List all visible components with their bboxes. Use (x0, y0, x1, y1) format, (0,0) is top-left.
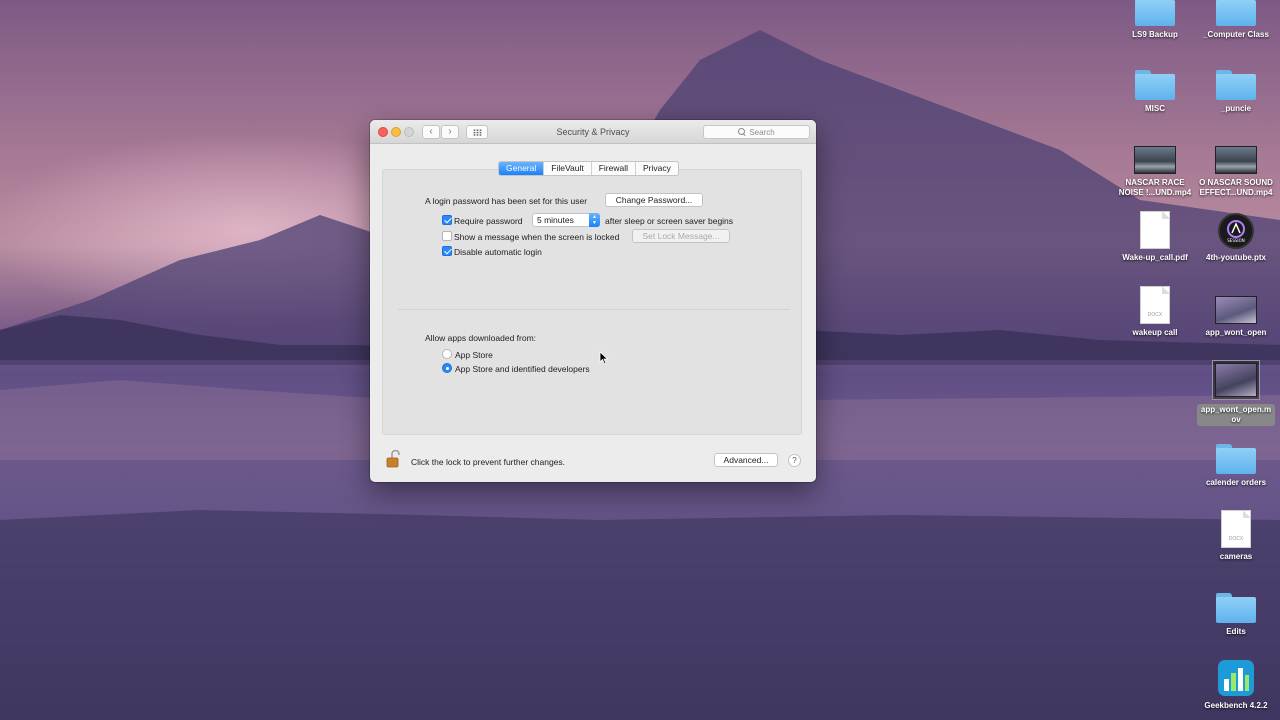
tab-general[interactable]: General (499, 162, 544, 175)
search-placeholder: Search (749, 127, 775, 137)
video-thumbnail-icon (1215, 146, 1257, 174)
desktop-item-misc[interactable]: MISC (1114, 56, 1196, 114)
desktop-item-nascar-race-noise[interactable]: NASCAR RACE NOISE !...UND.mp4 (1114, 130, 1196, 198)
image-thumbnail-icon (1215, 296, 1257, 324)
desktop-item-puncie[interactable]: _puncie (1195, 56, 1277, 114)
radio-app-store-identified-label: App Store and identified developers (455, 364, 590, 374)
change-password-button[interactable]: Change Password... (605, 193, 703, 207)
docx-document-icon: DOCX (1221, 510, 1251, 548)
desktop-item-wake-up-call-pdf[interactable]: Wake-up_call.pdf (1114, 205, 1196, 263)
help-button[interactable]: ? (788, 454, 801, 467)
search-icon (738, 128, 746, 136)
section-divider (398, 309, 790, 310)
tab-firewall[interactable]: Firewall (590, 162, 635, 175)
require-delay-value: 5 minutes (537, 215, 574, 225)
desktop-item-cameras[interactable]: DOCX cameras (1195, 504, 1277, 562)
geekbench-app-icon (1218, 660, 1254, 696)
desktop-item-edits[interactable]: Edits (1195, 579, 1277, 637)
popup-arrows-icon: ▲ ▼ (589, 213, 600, 227)
allow-apps-label: Allow apps downloaded from: (425, 333, 537, 343)
security-privacy-window: ‹ › Security & Privacy Search General Fi… (370, 120, 816, 482)
search-field[interactable]: Search (703, 125, 810, 139)
desktop-item-geekbench[interactable]: Geekbench 4.2.2 (1195, 653, 1277, 711)
folder-icon (1216, 444, 1256, 474)
desktop-item-nascar-sound-effect[interactable]: O NASCAR SOUND EFFECT...UND.mp4 (1195, 130, 1277, 198)
desktop-item-app-wont-open[interactable]: app_wont_open (1195, 280, 1277, 338)
pdf-document-icon (1140, 211, 1170, 249)
svg-text:SESSION: SESSION (1227, 238, 1244, 243)
after-sleep-text: after sleep or screen saver begins (605, 216, 734, 226)
desktop-item-4th-youtube-ptx[interactable]: SESSION 4th-youtube.ptx (1195, 205, 1277, 263)
lock-hint-text: Click the lock to prevent further change… (411, 457, 566, 467)
radio-app-store[interactable] (442, 349, 452, 359)
folder-icon (1135, 0, 1175, 26)
video-thumbnail-icon (1215, 363, 1257, 397)
desktop-item-app-wont-open-mov[interactable]: app_wont_open.mov (1195, 350, 1277, 426)
disable-auto-login-label: Disable automatic login (454, 247, 542, 257)
login-password-text: A login password has been set for this u… (425, 196, 588, 206)
tab-filevault[interactable]: FileVault (543, 162, 590, 175)
require-password-label: Require password (454, 216, 523, 226)
radio-app-store-label: App Store (455, 350, 493, 360)
show-message-checkbox[interactable] (442, 231, 452, 241)
folder-icon (1135, 70, 1175, 100)
folder-icon (1216, 593, 1256, 623)
radio-app-store-identified[interactable] (442, 363, 452, 373)
set-lock-message-button[interactable]: Set Lock Message... (632, 229, 730, 243)
general-pane (382, 169, 802, 435)
disable-auto-login-checkbox[interactable] (442, 246, 452, 256)
require-password-delay-popup[interactable]: 5 minutes ▲ ▼ (532, 213, 600, 227)
desktop-item-calender-orders[interactable]: calender orders (1195, 430, 1277, 488)
title-bar[interactable]: ‹ › Security & Privacy Search (370, 120, 816, 144)
tab-privacy[interactable]: Privacy (634, 162, 678, 175)
unlocked-padlock-icon[interactable] (386, 450, 400, 468)
pro-tools-session-icon: SESSION (1218, 213, 1254, 249)
require-password-checkbox[interactable] (442, 215, 452, 225)
desktop-item-computer-class[interactable]: _Computer Class (1195, 0, 1277, 40)
video-thumbnail-icon (1134, 146, 1176, 174)
docx-document-icon: DOCX (1140, 286, 1170, 324)
advanced-button[interactable]: Advanced... (714, 453, 778, 467)
show-message-label: Show a message when the screen is locked (454, 232, 620, 242)
tab-bar: General FileVault Firewall Privacy (498, 161, 679, 176)
folder-icon (1216, 70, 1256, 100)
mouse-pointer-icon (599, 351, 609, 365)
desktop-item-ls9-backup[interactable]: LS9 Backup (1114, 0, 1196, 40)
folder-icon (1216, 0, 1256, 26)
desktop-item-wakeup-call[interactable]: DOCX wakeup call (1114, 280, 1196, 338)
